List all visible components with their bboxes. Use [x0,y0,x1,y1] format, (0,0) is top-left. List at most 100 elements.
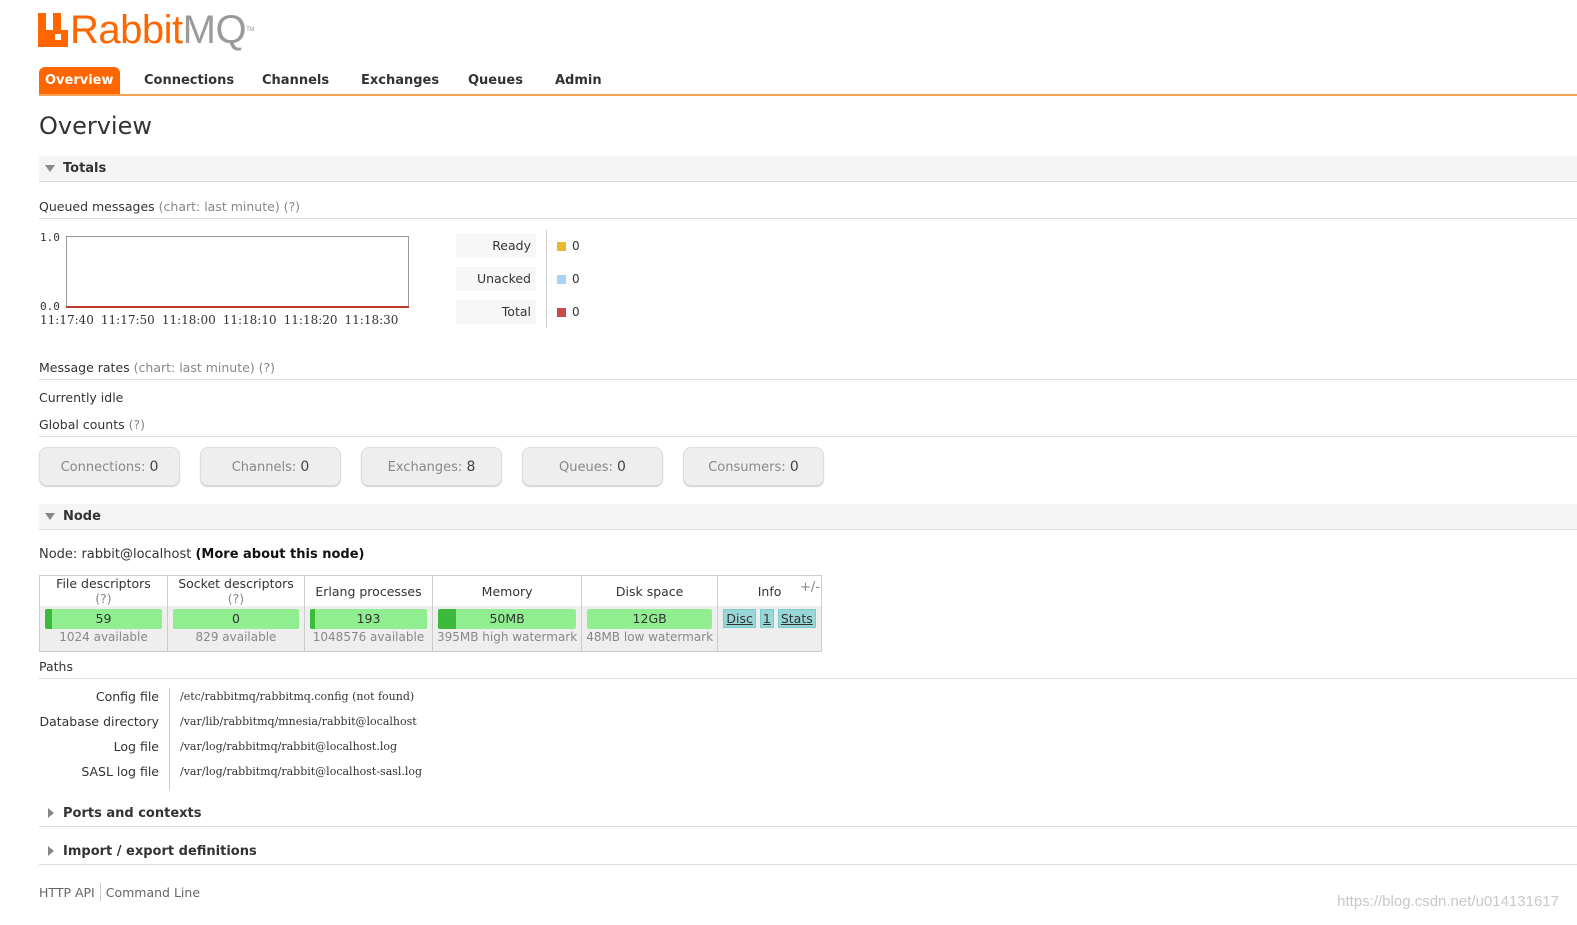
legend-ready-label: Ready [456,234,536,258]
disk-space-bar: 12GB [587,609,713,629]
path-key: Config file [95,689,159,704]
col-disk-space: Disk space [581,575,719,606]
path-key: Database directory [39,714,159,729]
memory-cell: 50MB 395MB high watermark [431,606,583,652]
queued-messages-help[interactable]: (chart: last minute) (?) [159,199,300,214]
tab-channels[interactable]: Channels [262,67,329,94]
tab-admin[interactable]: Admin [555,67,602,94]
chart-y-max: 1.0 [40,231,60,244]
socket-help[interactable]: (?) [228,591,244,606]
file-descriptors-cell: 59 1024 available [39,606,168,652]
node-stats-table: File descriptors (?) Socket descriptors … [39,575,823,652]
file-help[interactable]: (?) [95,591,111,606]
col-label: Socket descriptors [178,576,294,591]
tab-connections[interactable]: Connections [144,67,234,94]
bar-value: 50MB [489,611,525,626]
legend-ready: 0 [557,234,580,258]
collapse-triangle-icon [45,513,55,520]
node-identity: Node: rabbit@localhost (More about this … [39,547,364,562]
message-rates-heading: Message rates (chart: last minute) (?) [39,360,1577,380]
rabbitmq-logo: RabbitMQTM [38,10,254,50]
bar-value: 59 [95,611,112,626]
disk-space-cell: 12GB 48MB low watermark [581,606,719,652]
totals-section-header[interactable]: Totals [39,156,1577,182]
legend-divider [546,230,547,328]
more-about-node-link[interactable]: (More about this node) [195,547,364,562]
count-value: 0 [789,459,799,475]
logo-wordmark: RabbitMQTM [70,8,254,52]
paths-heading: Paths [39,659,1577,679]
count-label: Exchanges: [387,460,463,475]
x-tick: 11:17:50 [100,313,155,327]
path-key: SASL log file [81,764,159,779]
disc-tag[interactable]: Disc [723,609,756,628]
global-counts-help[interactable]: (?) [129,417,145,432]
channels-count-button[interactable]: Channels: 0 [200,447,341,486]
chart-y-min: 0.0 [40,300,60,313]
message-rates-label: Message rates [39,360,130,375]
file-descriptors-bar: 59 [45,609,162,629]
import-export-section-header[interactable]: Import / export definitions [39,839,1577,865]
socket-descriptors-bar: 0 [173,609,299,629]
count-value: 0 [617,459,626,475]
chart-x-axis: 11:17:40 11:17:50 11:18:00 11:18:10 11:1… [40,313,398,327]
global-counts-label: Global counts [39,417,125,432]
legend-total: 0 [557,300,580,324]
legend-total-label: Total [456,300,536,324]
node-section-header[interactable]: Node [39,504,1577,530]
memory-bar: 50MB [438,609,577,629]
paths-divider [169,688,170,790]
count-label: Queues: [559,460,613,475]
path-value: /etc/rabbitmq/rabbitmq.config (not found… [180,690,415,703]
count-label: Consumers: [708,460,786,475]
stats-tag[interactable]: Stats [777,609,816,628]
socket-available: 829 available [195,630,277,644]
x-tick: 11:17:40 [40,313,94,327]
count-tag[interactable]: 1 [759,609,774,628]
queued-messages-heading: Queued messages (chart: last minute) (?) [39,199,1577,219]
count-value: 0 [149,459,159,475]
http-api-link[interactable]: HTTP API [39,885,95,900]
tab-exchanges[interactable]: Exchanges [361,67,439,94]
footer: HTTP API Command Line [39,883,200,901]
bar-fill [45,609,52,629]
count-label: Channels: [231,460,297,475]
bar-fill [310,609,315,629]
path-key: Log file [113,739,159,754]
exchanges-count-button[interactable]: Exchanges: 8 [361,447,502,486]
queued-messages-chart [66,236,409,308]
path-value: /var/log/rabbitmq/rabbit@localhost-sasl.… [180,765,423,778]
tab-overview[interactable]: Overview [39,67,120,94]
count-value: 8 [466,459,476,475]
idle-status: Currently idle [39,390,124,405]
col-erlang-processes: Erlang processes [304,575,433,606]
socket-descriptors-cell: 0 829 available [167,606,305,652]
bar-fill [438,609,456,629]
total-swatch-icon [557,308,566,317]
x-tick: 11:18:30 [344,313,399,327]
queues-count-button[interactable]: Queues: 0 [522,447,663,486]
collapse-triangle-icon [45,165,55,172]
ready-swatch-icon [557,242,566,251]
watermark: https://blog.csdn.net/u014131617 [1337,893,1559,910]
node-name: Node: rabbit@localhost [39,547,192,562]
command-line-link[interactable]: Command Line [106,885,200,900]
erlang-processes-bar: 193 [310,609,427,629]
totals-header-label: Totals [63,161,107,176]
consumers-count-button[interactable]: Consumers: 0 [683,447,824,486]
count-label: Connections: [60,460,146,475]
message-rates-help[interactable]: (chart: last minute) (?) [134,360,275,375]
x-tick: 11:18:00 [161,313,216,327]
tab-queues[interactable]: Queues [468,67,523,94]
toggle-columns-button[interactable]: +/- [800,580,820,595]
erlang-available: 1048576 available [312,630,425,644]
bar-value: 0 [232,611,240,626]
erlang-processes-cell: 193 1048576 available [304,606,433,652]
connections-count-button[interactable]: Connections: 0 [39,447,180,486]
memory-watermark: 395MB high watermark [437,630,578,644]
ports-contexts-section-header[interactable]: Ports and contexts [39,801,1577,827]
paths-label: Paths [39,659,73,674]
global-counts-heading: Global counts (?) [39,417,1577,437]
disk-watermark: 48MB low watermark [586,630,714,644]
x-tick: 11:18:10 [222,313,277,327]
